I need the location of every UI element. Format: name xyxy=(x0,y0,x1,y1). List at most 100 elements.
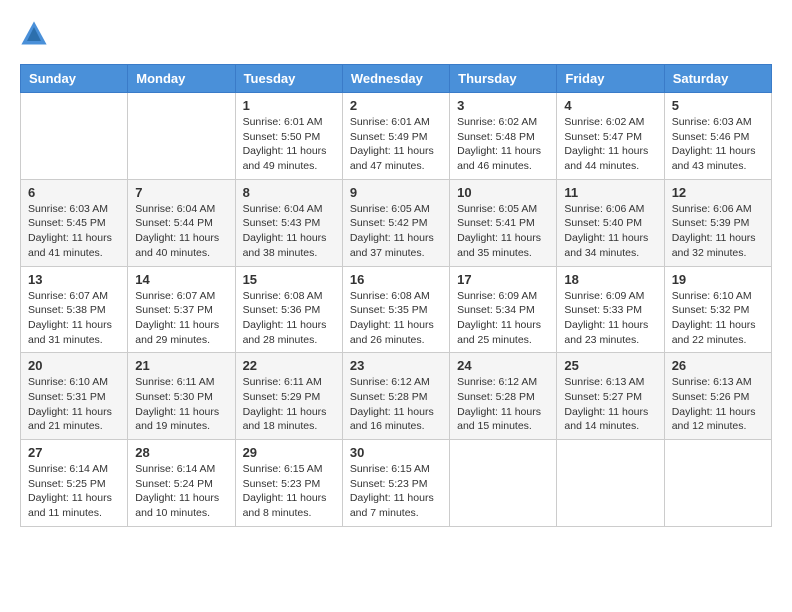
sunset-text: Sunset: 5:25 PM xyxy=(28,477,120,492)
sunrise-text: Sunrise: 6:15 AM xyxy=(350,462,442,477)
day-info: Sunrise: 6:11 AMSunset: 5:29 PMDaylight:… xyxy=(243,375,335,434)
daylight-text: Daylight: 11 hours and 12 minutes. xyxy=(672,405,764,434)
day-info: Sunrise: 6:13 AMSunset: 5:27 PMDaylight:… xyxy=(564,375,656,434)
day-info: Sunrise: 6:10 AMSunset: 5:32 PMDaylight:… xyxy=(672,289,764,348)
calendar-header-row: SundayMondayTuesdayWednesdayThursdayFrid… xyxy=(21,65,772,93)
calendar-cell: 2Sunrise: 6:01 AMSunset: 5:49 PMDaylight… xyxy=(342,93,449,180)
day-info: Sunrise: 6:03 AMSunset: 5:45 PMDaylight:… xyxy=(28,202,120,261)
daylight-text: Daylight: 11 hours and 22 minutes. xyxy=(672,318,764,347)
daylight-text: Daylight: 11 hours and 40 minutes. xyxy=(135,231,227,260)
calendar-cell: 9Sunrise: 6:05 AMSunset: 5:42 PMDaylight… xyxy=(342,179,449,266)
sunset-text: Sunset: 5:23 PM xyxy=(243,477,335,492)
calendar-cell: 3Sunrise: 6:02 AMSunset: 5:48 PMDaylight… xyxy=(450,93,557,180)
day-number: 30 xyxy=(350,445,442,460)
day-number: 9 xyxy=(350,185,442,200)
daylight-text: Daylight: 11 hours and 18 minutes. xyxy=(243,405,335,434)
calendar-week-row: 1Sunrise: 6:01 AMSunset: 5:50 PMDaylight… xyxy=(21,93,772,180)
calendar-week-row: 20Sunrise: 6:10 AMSunset: 5:31 PMDayligh… xyxy=(21,353,772,440)
calendar-cell: 8Sunrise: 6:04 AMSunset: 5:43 PMDaylight… xyxy=(235,179,342,266)
calendar-cell: 20Sunrise: 6:10 AMSunset: 5:31 PMDayligh… xyxy=(21,353,128,440)
sunset-text: Sunset: 5:39 PM xyxy=(672,216,764,231)
calendar-cell: 24Sunrise: 6:12 AMSunset: 5:28 PMDayligh… xyxy=(450,353,557,440)
sunrise-text: Sunrise: 6:03 AM xyxy=(28,202,120,217)
day-number: 8 xyxy=(243,185,335,200)
day-number: 23 xyxy=(350,358,442,373)
day-number: 10 xyxy=(457,185,549,200)
sunrise-text: Sunrise: 6:06 AM xyxy=(564,202,656,217)
sunrise-text: Sunrise: 6:05 AM xyxy=(350,202,442,217)
day-info: Sunrise: 6:08 AMSunset: 5:35 PMDaylight:… xyxy=(350,289,442,348)
calendar-cell: 19Sunrise: 6:10 AMSunset: 5:32 PMDayligh… xyxy=(664,266,771,353)
daylight-text: Daylight: 11 hours and 49 minutes. xyxy=(243,144,335,173)
sunrise-text: Sunrise: 6:04 AM xyxy=(135,202,227,217)
calendar-cell: 29 Sunrise: 6:15 AMSunset: 5:23 PMDayligh… xyxy=(235,440,342,527)
day-info: Sunrise: 6:15 AMSunset: 5:23 PMDaylight:… xyxy=(243,462,335,521)
calendar-cell: 25Sunrise: 6:13 AMSunset: 5:27 PMDayligh… xyxy=(557,353,664,440)
day-info: Sunrise: 6:02 AMSunset: 5:47 PMDaylight:… xyxy=(564,115,656,174)
sunrise-text: Sunrise: 6:11 AM xyxy=(243,375,335,390)
daylight-text: Daylight: 11 hours and 35 minutes. xyxy=(457,231,549,260)
day-number: 4 xyxy=(564,98,656,113)
daylight-text: Daylight: 11 hours and 37 minutes. xyxy=(350,231,442,260)
calendar-cell: 6 Sunrise: 6:03 AMSunset: 5:45 PMDaylight… xyxy=(21,179,128,266)
calendar-table: SundayMondayTuesdayWednesdayThursdayFrid… xyxy=(20,64,772,527)
calendar-week-row: 13Sunrise: 6:07 AMSunset: 5:38 PMDayligh… xyxy=(21,266,772,353)
day-of-week-header: Thursday xyxy=(450,65,557,93)
day-number: 17 xyxy=(457,272,549,287)
day-info: Sunrise: 6:12 AMSunset: 5:28 PMDaylight:… xyxy=(350,375,442,434)
sunset-text: Sunset: 5:35 PM xyxy=(350,303,442,318)
sunrise-text: Sunrise: 6:09 AM xyxy=(564,289,656,304)
logo xyxy=(20,20,52,48)
day-info: Sunrise: 6:07 AMSunset: 5:37 PMDaylight:… xyxy=(135,289,227,348)
sunset-text: Sunset: 5:46 PM xyxy=(672,130,764,145)
sunrise-text: Sunrise: 6:12 AM xyxy=(350,375,442,390)
day-number: 20 xyxy=(28,358,120,373)
day-of-week-header: Tuesday xyxy=(235,65,342,93)
sunrise-text: Sunrise: 6:12 AM xyxy=(457,375,549,390)
sunrise-text: Sunrise: 6:07 AM xyxy=(135,289,227,304)
day-info: Sunrise: 6:09 AMSunset: 5:33 PMDaylight:… xyxy=(564,289,656,348)
sunrise-text: Sunrise: 6:14 AM xyxy=(135,462,227,477)
logo-icon xyxy=(20,20,48,48)
day-number: 21 xyxy=(135,358,227,373)
day-info: Sunrise: 6:11 AMSunset: 5:30 PMDaylight:… xyxy=(135,375,227,434)
sunset-text: Sunset: 5:28 PM xyxy=(457,390,549,405)
daylight-text: Daylight: 11 hours and 46 minutes. xyxy=(457,144,549,173)
daylight-text: Daylight: 11 hours and 19 minutes. xyxy=(135,405,227,434)
daylight-text: Daylight: 11 hours and 47 minutes. xyxy=(350,144,442,173)
day-number: 29 xyxy=(243,445,335,460)
day-info: Sunrise: 6:01 AMSunset: 5:50 PMDaylight:… xyxy=(243,115,335,174)
day-number: 16 xyxy=(350,272,442,287)
day-of-week-header: Monday xyxy=(128,65,235,93)
sunrise-text: Sunrise: 6:09 AM xyxy=(457,289,549,304)
day-number: 6 xyxy=(28,185,120,200)
sunset-text: Sunset: 5:30 PM xyxy=(135,390,227,405)
day-info: Sunrise: 6:01 AMSunset: 5:49 PMDaylight:… xyxy=(350,115,442,174)
sunrise-text: Sunrise: 6:08 AM xyxy=(243,289,335,304)
sunset-text: Sunset: 5:29 PM xyxy=(243,390,335,405)
calendar-cell: 17Sunrise: 6:09 AMSunset: 5:34 PMDayligh… xyxy=(450,266,557,353)
sunset-text: Sunset: 5:32 PM xyxy=(672,303,764,318)
daylight-text: Daylight: 11 hours and 26 minutes. xyxy=(350,318,442,347)
sunrise-text: Sunrise: 6:10 AM xyxy=(28,375,120,390)
day-number: 7 xyxy=(135,185,227,200)
sunset-text: Sunset: 5:47 PM xyxy=(564,130,656,145)
sunrise-text: Sunrise: 6:01 AM xyxy=(350,115,442,130)
calendar-cell: 18Sunrise: 6:09 AMSunset: 5:33 PMDayligh… xyxy=(557,266,664,353)
day-number: 3 xyxy=(457,98,549,113)
daylight-text: Daylight: 11 hours and 11 minutes. xyxy=(28,491,120,520)
calendar-cell: 28Sunrise: 6:14 AMSunset: 5:24 PMDayligh… xyxy=(128,440,235,527)
day-info: Sunrise: 6:14 AMSunset: 5:24 PMDaylight:… xyxy=(135,462,227,521)
day-number: 26 xyxy=(672,358,764,373)
sunset-text: Sunset: 5:41 PM xyxy=(457,216,549,231)
sunset-text: Sunset: 5:40 PM xyxy=(564,216,656,231)
sunrise-text: Sunrise: 6:07 AM xyxy=(28,289,120,304)
sunrise-text: Sunrise: 6:04 AM xyxy=(243,202,335,217)
calendar-cell: 5Sunrise: 6:03 AMSunset: 5:46 PMDaylight… xyxy=(664,93,771,180)
sunrise-text: Sunrise: 6:13 AM xyxy=(672,375,764,390)
sunrise-text: Sunrise: 6:01 AM xyxy=(243,115,335,130)
sunset-text: Sunset: 5:37 PM xyxy=(135,303,227,318)
sunrise-text: Sunrise: 6:13 AM xyxy=(564,375,656,390)
calendar-cell xyxy=(557,440,664,527)
daylight-text: Daylight: 11 hours and 14 minutes. xyxy=(564,405,656,434)
